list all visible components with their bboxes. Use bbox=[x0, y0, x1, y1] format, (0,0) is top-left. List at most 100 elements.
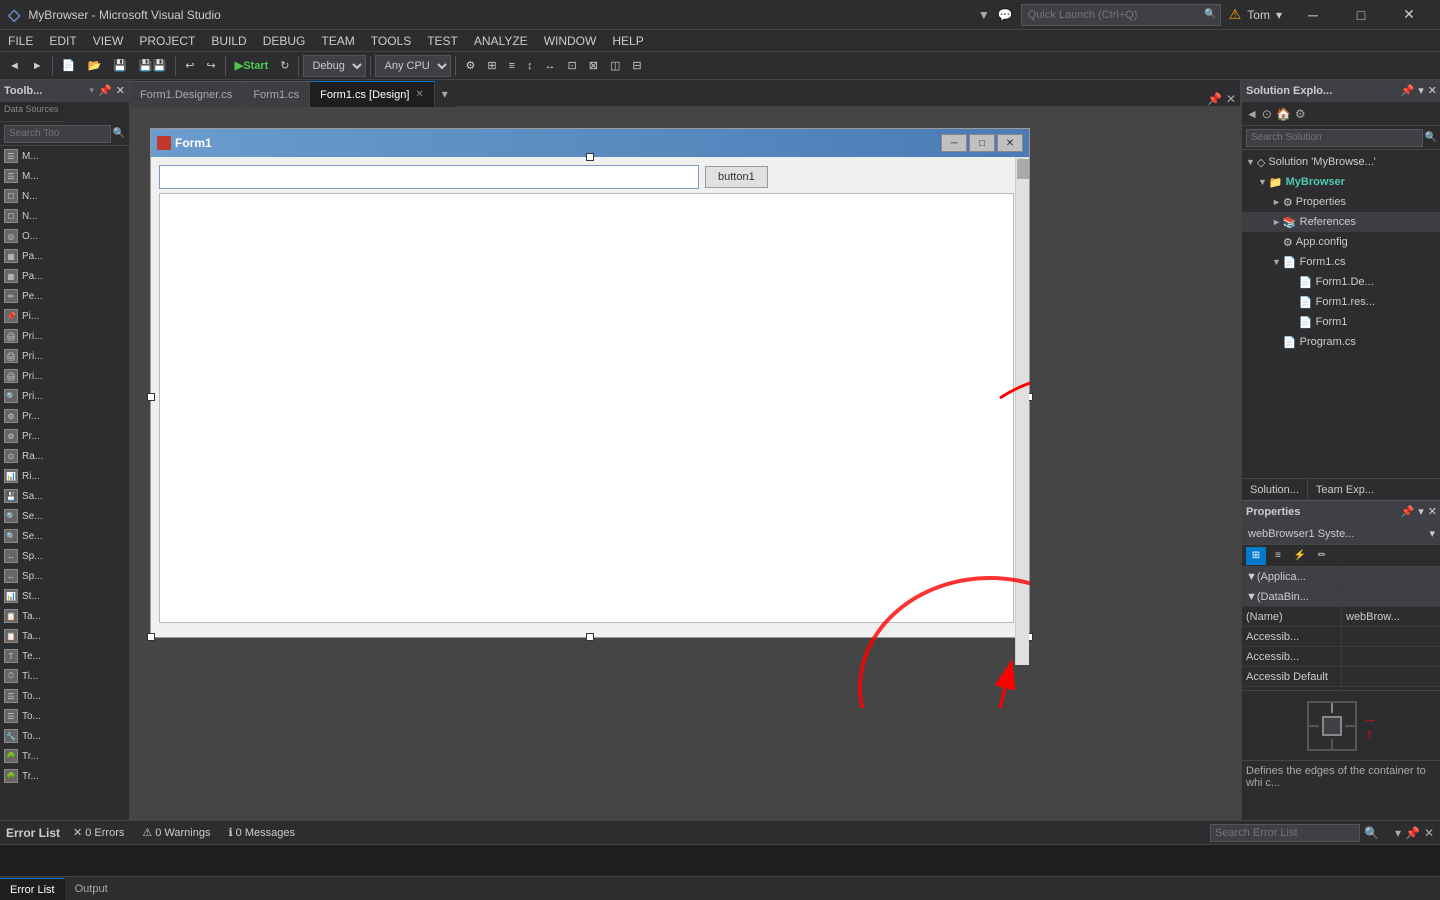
pp-prop-value[interactable] bbox=[1342, 667, 1440, 686]
toolbar-platform-dropdown[interactable]: Any CPU bbox=[375, 55, 451, 77]
toolbar-undo[interactable]: ↩ bbox=[180, 55, 199, 77]
menu-window[interactable]: WINDOW bbox=[536, 30, 605, 52]
resize-handle-top[interactable] bbox=[586, 153, 594, 161]
toolbox-item[interactable]: ☐N... bbox=[0, 206, 129, 226]
pp-row-name[interactable]: (Name) webBrow... bbox=[1242, 607, 1440, 627]
toolbox-item[interactable]: 🖨Pri... bbox=[0, 346, 129, 366]
toolbar-forward[interactable]: ► bbox=[27, 55, 48, 77]
form-maximize-button[interactable]: □ bbox=[969, 134, 995, 152]
toolbox-item[interactable]: ⏱Ti... bbox=[0, 666, 129, 686]
se-close[interactable]: ✕ bbox=[1428, 84, 1437, 97]
anchor-up-arrow[interactable]: ↑ bbox=[1366, 726, 1373, 742]
tab-bar-pin[interactable]: 📌 bbox=[1207, 92, 1222, 106]
tree-properties[interactable]: ► ⚙ Properties bbox=[1242, 192, 1440, 212]
toolbox-item[interactable]: 🔍Pri... bbox=[0, 386, 129, 406]
pp-prop-value[interactable] bbox=[1342, 627, 1440, 646]
menu-file[interactable]: FILE bbox=[0, 30, 41, 52]
toolbar-extra[interactable]: ⚙ bbox=[460, 55, 480, 77]
pp-btn-search[interactable]: ✏ bbox=[1312, 547, 1332, 565]
menu-help[interactable]: HELP bbox=[604, 30, 651, 52]
tab-form1-designer[interactable]: Form1.Designer.cs bbox=[130, 81, 243, 107]
minimize-button[interactable]: ─ bbox=[1290, 1, 1336, 29]
form-scrollbar[interactable] bbox=[1015, 157, 1029, 665]
toolbox-search-input[interactable] bbox=[4, 125, 111, 143]
toolbar-extra5[interactable]: ↔ bbox=[540, 55, 561, 77]
toolbar-extra3[interactable]: ≡ bbox=[504, 55, 520, 77]
menu-project[interactable]: PROJECT bbox=[131, 30, 203, 52]
tab-error-list[interactable]: Error List bbox=[0, 878, 65, 900]
se-search-icon[interactable]: 🔍 bbox=[1425, 132, 1437, 143]
toolbox-item[interactable]: 🖨Pri... bbox=[0, 326, 129, 346]
toolbox-item[interactable]: 🔧To... bbox=[0, 726, 129, 746]
toolbar-save[interactable]: 💾 bbox=[108, 55, 132, 77]
pp-row-accessib2[interactable]: Accessib... bbox=[1242, 647, 1440, 667]
toolbar-extra2[interactable]: ⊞ bbox=[482, 55, 501, 77]
tree-appconfig[interactable]: ► ⚙ App.config bbox=[1242, 232, 1440, 252]
scrollbar-thumb[interactable] bbox=[1017, 159, 1029, 179]
form-button1[interactable]: button1 bbox=[705, 166, 768, 188]
tab-bar-close[interactable]: ✕ bbox=[1226, 92, 1236, 106]
toolbox-item[interactable]: 🔍Se... bbox=[0, 506, 129, 526]
tab-close-icon[interactable]: ✕ bbox=[415, 89, 423, 100]
se-tb-btn4[interactable]: ⚙ bbox=[1295, 107, 1306, 121]
toolbar-debug-dropdown[interactable]: Debug bbox=[303, 55, 366, 77]
form-minimize-button[interactable]: ─ bbox=[941, 134, 967, 152]
toolbox-item[interactable]: ▦Pa... bbox=[0, 246, 129, 266]
menu-build[interactable]: BUILD bbox=[203, 30, 254, 52]
el-close-btn[interactable]: ✕ bbox=[1424, 826, 1434, 840]
error-search-icon[interactable]: 🔍 bbox=[1364, 826, 1379, 840]
pp-row-accessib1[interactable]: Accessib... bbox=[1242, 627, 1440, 647]
form-textbox1[interactable] bbox=[159, 165, 699, 189]
tab-form1-cs[interactable]: Form1.cs bbox=[243, 81, 310, 107]
tree-project[interactable]: ▼ 📁 MyBrowser bbox=[1242, 172, 1440, 192]
toolbar-extra6[interactable]: ⊡ bbox=[563, 55, 582, 77]
menu-team[interactable]: TEAM bbox=[313, 30, 362, 52]
toolbox-item[interactable]: ☰To... bbox=[0, 706, 129, 726]
toolbar-extra4[interactable]: ↕ bbox=[522, 55, 538, 77]
error-filter-messages[interactable]: ℹ 0 Messages bbox=[223, 825, 300, 840]
toolbox-item[interactable]: TTe... bbox=[0, 646, 129, 666]
toolbox-item[interactable]: ⚙Pr... bbox=[0, 406, 129, 426]
toolbar-saveall[interactable]: 💾💾 bbox=[134, 55, 171, 77]
toolbar-extra7[interactable]: ⊠ bbox=[584, 55, 603, 77]
resize-handle-left[interactable] bbox=[147, 393, 155, 401]
tab-overflow-button[interactable]: ▾ bbox=[435, 81, 455, 107]
resize-handle-bottom[interactable] bbox=[586, 633, 594, 641]
quick-launch-input[interactable] bbox=[1021, 4, 1221, 26]
toolbox-item[interactable]: 🌳Tr... bbox=[0, 746, 129, 766]
form-close-button[interactable]: ✕ bbox=[997, 134, 1023, 152]
tree-solution[interactable]: ▼ ◇ Solution 'MyBrowse...' bbox=[1242, 152, 1440, 172]
tree-form1cs[interactable]: ▼ 📄 Form1.cs bbox=[1242, 252, 1440, 272]
toolbox-item[interactable]: ☐N... bbox=[0, 186, 129, 206]
close-button[interactable]: ✕ bbox=[1386, 1, 1432, 29]
se-pin[interactable]: 📌 bbox=[1401, 84, 1415, 97]
pp-btn-list[interactable]: ≡ bbox=[1268, 547, 1288, 565]
toolbox-item[interactable]: 📊St... bbox=[0, 586, 129, 606]
toolbox-item[interactable]: 💾Sa... bbox=[0, 486, 129, 506]
menu-debug[interactable]: DEBUG bbox=[255, 30, 314, 52]
pp-prop-value[interactable]: webBrow... bbox=[1342, 607, 1440, 626]
tree-form1designer[interactable]: ► 📄 Form1.De... bbox=[1242, 272, 1440, 292]
se-tab-solution[interactable]: Solution... bbox=[1242, 479, 1308, 501]
toolbox-item[interactable]: ☰To... bbox=[0, 686, 129, 706]
tree-form1res[interactable]: ► 📄 Form1.res... bbox=[1242, 292, 1440, 312]
toolbox-item[interactable]: ✏Pe... bbox=[0, 286, 129, 306]
toolbar-new[interactable]: 📄 bbox=[57, 55, 81, 77]
pp-row-accessib-default[interactable]: Accessib Default bbox=[1242, 667, 1440, 687]
se-tab-team[interactable]: Team Exp... bbox=[1308, 479, 1382, 501]
el-control1[interactable]: ▾ bbox=[1395, 826, 1401, 840]
se-tb-btn1[interactable]: ◄ bbox=[1246, 107, 1258, 121]
toolbox-item[interactable]: ⊙Ra... bbox=[0, 446, 129, 466]
toolbar-extra8[interactable]: ◫ bbox=[605, 55, 625, 77]
toolbox-item[interactable]: 🌳Tr... bbox=[0, 766, 129, 786]
toolbox-close[interactable]: ✕ bbox=[116, 84, 125, 97]
toolbar-extra9[interactable]: ⊟ bbox=[627, 55, 646, 77]
toolbar-back[interactable]: ◄ bbox=[4, 55, 25, 77]
pp-prop-value[interactable] bbox=[1342, 647, 1440, 666]
error-filter-errors[interactable]: ✕ 0 Errors bbox=[68, 825, 129, 840]
pp-pin[interactable]: 📌 bbox=[1401, 505, 1415, 518]
el-pin[interactable]: 📌 bbox=[1405, 826, 1420, 840]
toolbox-pin[interactable]: 📌 bbox=[98, 84, 112, 97]
menu-edit[interactable]: EDIT bbox=[41, 30, 84, 52]
toolbox-search-icon[interactable]: 🔍 bbox=[113, 128, 125, 139]
